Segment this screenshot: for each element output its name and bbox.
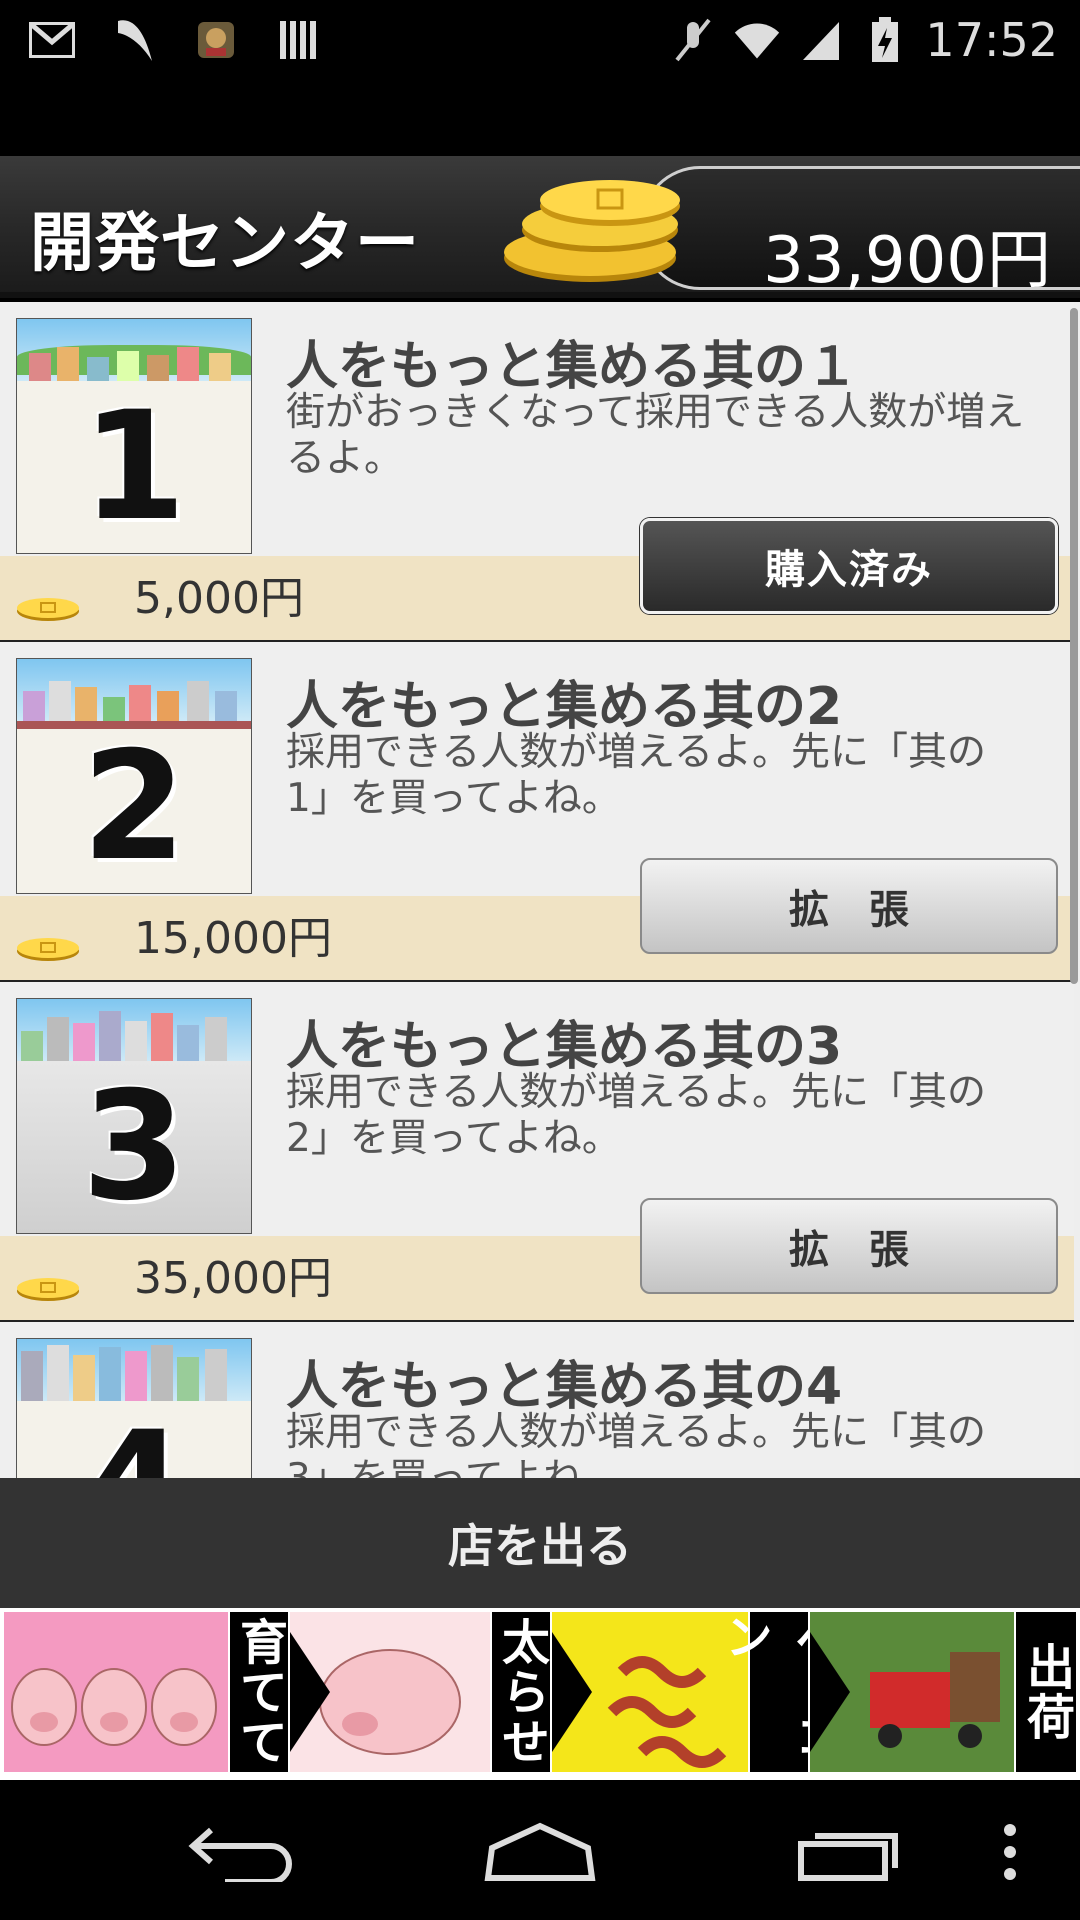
navigation-bar bbox=[0, 1780, 1080, 1920]
item-thumbnail: 3 bbox=[16, 998, 252, 1234]
mute-icon bbox=[669, 16, 717, 64]
scrollbar[interactable] bbox=[1070, 308, 1078, 984]
item-number: 2 bbox=[81, 720, 187, 894]
item-description: 採用できる人数が増えるよ。先に「其の2」を買ってよね。 bbox=[286, 1070, 987, 1161]
list-item: 2 人をもっと集める其の2 採用できる人数が増えるよ。先に「其の1」を買ってよね… bbox=[0, 642, 1074, 982]
barcode-icon bbox=[274, 16, 322, 64]
item-title: 人をもっと集める其の4 bbox=[286, 1357, 843, 1417]
app-icon bbox=[192, 16, 240, 64]
ad-label: 太らせ bbox=[492, 1612, 550, 1772]
item-number: 4 bbox=[17, 1400, 251, 1478]
clock: 17:52 bbox=[925, 13, 1058, 67]
coin-icon bbox=[17, 1278, 79, 1301]
item-price: 5,000円 bbox=[134, 573, 304, 624]
item-number: 3 bbox=[81, 1060, 187, 1234]
truck-image bbox=[810, 1612, 1014, 1772]
ad-label: ベーコン bbox=[716, 1612, 842, 1772]
home-icon[interactable] bbox=[470, 1810, 610, 1894]
coin-icon bbox=[17, 598, 79, 621]
item-title: 人をもっと集める其の3 bbox=[286, 1017, 843, 1077]
list-item: 1 人をもっと集める其の１ 街がおっきくなって採用できる人数が増えるよ。 5,0… bbox=[0, 302, 1074, 642]
purchased-button[interactable]: 購入済み bbox=[640, 518, 1058, 614]
coin-icon bbox=[17, 938, 79, 961]
ad-label: 育てて bbox=[230, 1612, 288, 1772]
item-thumbnail: 2 bbox=[16, 658, 252, 894]
ad-banner[interactable]: 育てて 太らせ ベーコン 出荷 bbox=[0, 1608, 1080, 1780]
pig-image bbox=[4, 1612, 228, 1772]
item-title: 人をもっと集める其の１ bbox=[286, 337, 859, 397]
recents-icon[interactable] bbox=[780, 1810, 920, 1894]
list-item: 3 人をもっと集める其の3 採用できる人数が増えるよ。先に「其の2」を買ってよね… bbox=[0, 982, 1074, 1322]
money-display: 33,900円 bbox=[640, 166, 1080, 298]
list-item: 4 人をもっと集める其の4 採用できる人数が増えるよ。先に「其の3」を買ってよね… bbox=[0, 1322, 1074, 1478]
money-amount: 33,900円 bbox=[763, 224, 1051, 298]
header: 開発センター 33,900円 bbox=[0, 156, 1080, 298]
item-thumbnail: 1 bbox=[16, 318, 252, 554]
menu-icon[interactable] bbox=[970, 1810, 1050, 1894]
leave-store-button[interactable]: 店を出る bbox=[0, 1478, 1080, 1608]
gmail-icon bbox=[28, 16, 76, 64]
item-price: 35,000円 bbox=[134, 1253, 332, 1304]
upgrade-list[interactable]: 1 人をもっと集める其の１ 街がおっきくなって採用できる人数が増えるよ。 5,0… bbox=[0, 302, 1080, 1478]
status-bar: 17:52 bbox=[0, 0, 1080, 80]
expand-button[interactable]: 拡張 bbox=[640, 858, 1058, 954]
item-price: 15,000円 bbox=[134, 913, 332, 964]
item-title: 人をもっと集める其の2 bbox=[286, 677, 843, 737]
item-description: 採用できる人数が増えるよ。先に「其の1」を買ってよね。 bbox=[286, 730, 987, 821]
item-number: 1 bbox=[81, 380, 187, 554]
battery-icon bbox=[861, 16, 909, 64]
ad-label: 出荷 bbox=[1016, 1612, 1076, 1772]
item-description: 採用できる人数が増えるよ。先に「其の3」を買ってよね。 bbox=[286, 1410, 987, 1478]
back-icon[interactable] bbox=[170, 1810, 310, 1894]
feather-icon bbox=[110, 16, 158, 64]
item-description: 街がおっきくなって採用できる人数が増えるよ。 bbox=[286, 390, 1025, 481]
wifi-icon bbox=[733, 16, 781, 64]
item-thumbnail: 4 bbox=[16, 1338, 252, 1478]
coins-icon bbox=[504, 180, 680, 282]
signal-icon bbox=[797, 16, 845, 64]
page-title: 開発センター bbox=[30, 207, 420, 281]
pig-image bbox=[290, 1612, 490, 1772]
expand-button[interactable]: 拡張 bbox=[640, 1198, 1058, 1294]
